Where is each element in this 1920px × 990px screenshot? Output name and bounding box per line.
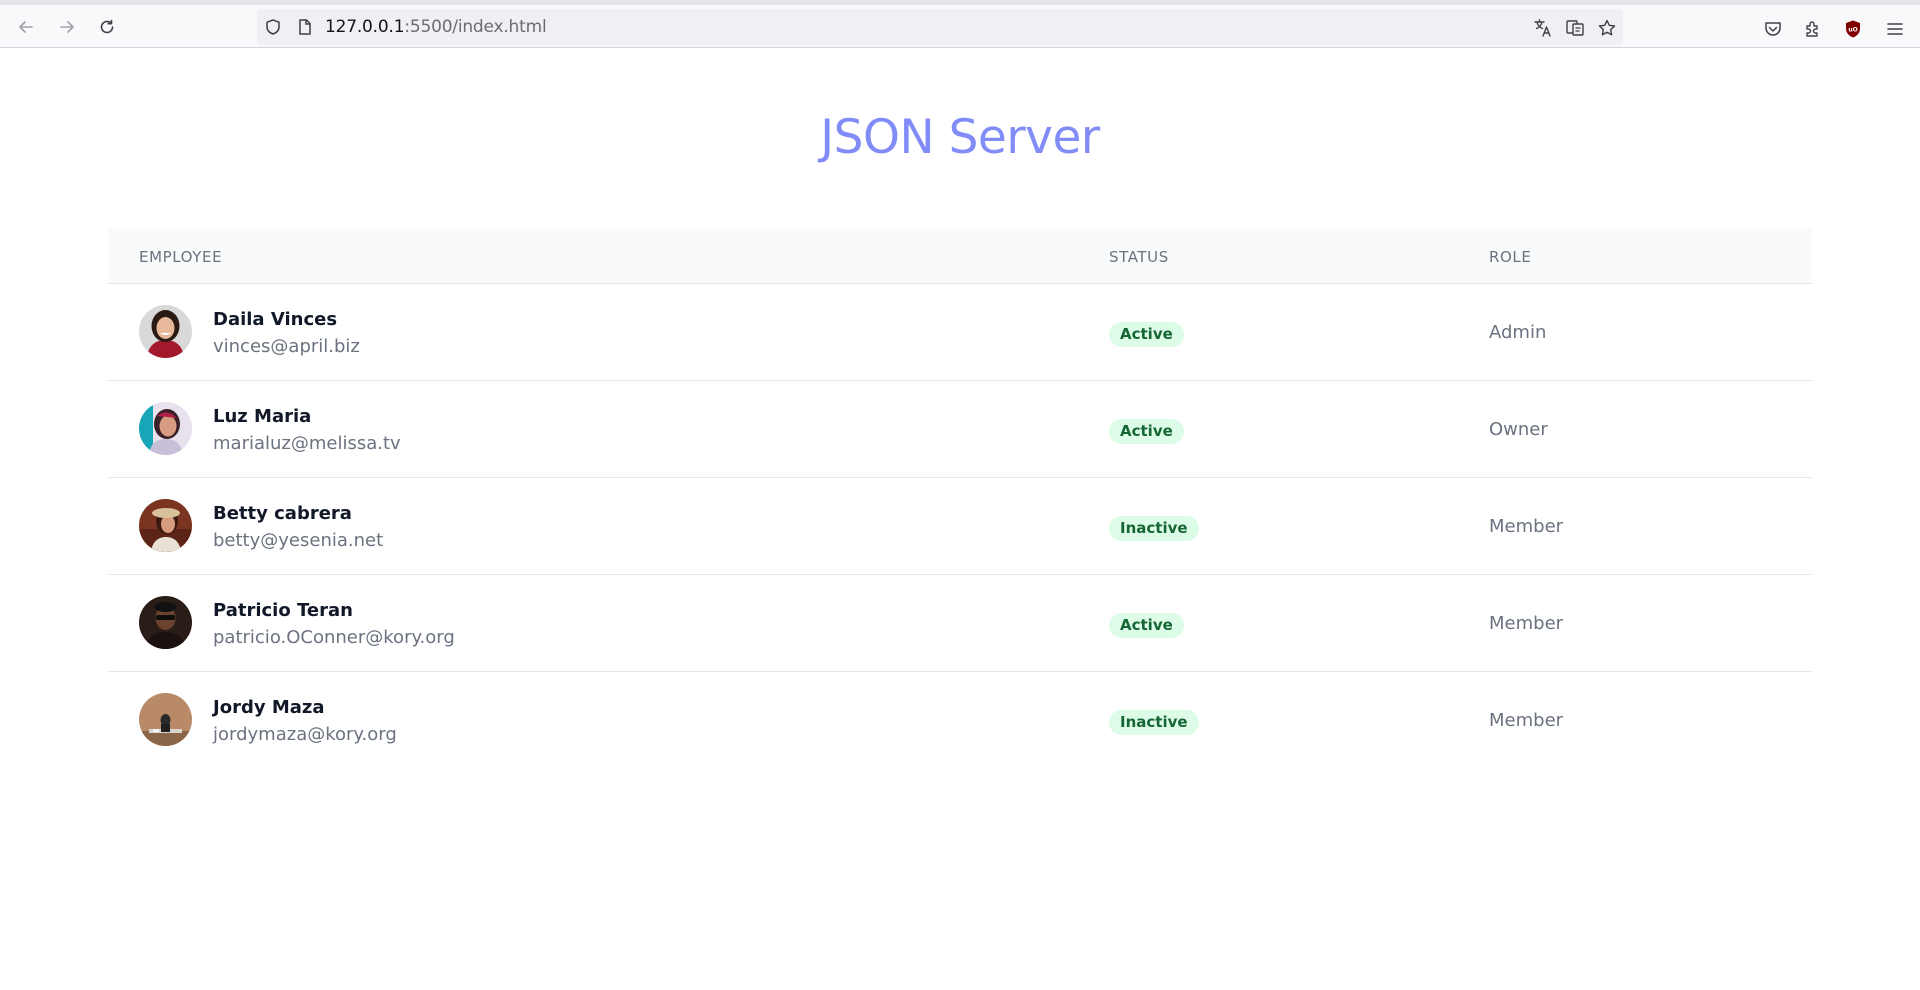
avatar (139, 693, 192, 746)
header-status: STATUS (1109, 248, 1169, 266)
bookmark-star-icon[interactable] (1597, 18, 1617, 38)
url-host: 127.0.0.1 (325, 17, 405, 37)
table-row: Patricio Teran patricio.OConner@kory.org… (108, 575, 1812, 672)
back-arrow-icon (19, 21, 33, 33)
employee-name: Luz Maria (213, 406, 312, 427)
status-badge: Inactive (1109, 516, 1199, 541)
extensions-icon[interactable] (1802, 18, 1824, 40)
employee-email: jordymaza@kory.org (213, 724, 397, 745)
employee-name: Daila Vinces (213, 309, 338, 330)
employee-name: Patricio Teran (213, 600, 353, 621)
employee-email: marialuz@melissa.tv (213, 433, 401, 454)
reload-button[interactable] (93, 13, 121, 41)
translate-icon[interactable] (1533, 18, 1553, 38)
status-badge: Active (1109, 419, 1184, 444)
employee-name: Betty cabrera (213, 503, 352, 524)
address-bar[interactable]: 127.0.0.1:5500/index.html (257, 9, 1623, 45)
table-row: Luz Maria marialuz@melissa.tv Active Own… (108, 381, 1812, 478)
employee-email: patricio.OConner@kory.org (213, 627, 455, 648)
avatar (139, 596, 192, 649)
employee-role: Owner (1489, 419, 1548, 440)
employee-role: Member (1489, 710, 1564, 731)
ublock-icon[interactable]: uO (1842, 18, 1864, 40)
reader-icon[interactable] (1565, 18, 1585, 38)
status-badge: Active (1109, 613, 1184, 638)
forward-button[interactable] (53, 13, 81, 41)
avatar (139, 305, 192, 358)
browser-toolbar: 127.0.0.1:5500/index.html uO (0, 5, 1920, 48)
status-badge: Inactive (1109, 710, 1199, 735)
employee-email: betty@yesenia.net (213, 530, 384, 551)
url-text[interactable]: 127.0.0.1:5500/index.html (325, 17, 547, 37)
page-title: JSON Server (820, 110, 1100, 165)
back-button[interactable] (12, 13, 40, 41)
table-row: Betty cabrera betty@yesenia.net Inactive… (108, 478, 1812, 575)
header-employee: EMPLOYEE (139, 248, 223, 266)
reload-icon (100, 19, 114, 34)
table-row: Daila Vinces vinces@april.biz Active Adm… (108, 284, 1812, 381)
employee-email: vinces@april.biz (213, 336, 360, 357)
employee-role: Member (1489, 613, 1564, 634)
avatar (139, 499, 192, 552)
page-icon[interactable] (296, 18, 314, 36)
pocket-icon[interactable] (1762, 18, 1784, 40)
employee-role: Member (1489, 516, 1564, 537)
status-badge: Active (1109, 322, 1184, 347)
forward-arrow-icon (60, 21, 74, 33)
menu-icon[interactable] (1884, 18, 1906, 40)
table-row: Jordy Maza jordymaza@kory.org Inactive M… (108, 672, 1812, 769)
employee-name: Jordy Maza (213, 697, 325, 718)
employee-table: EMPLOYEE STATUS ROLE Daila Vinces vinces… (108, 229, 1812, 769)
avatar (139, 402, 192, 455)
url-path: :5500/index.html (404, 17, 547, 37)
table-header: EMPLOYEE STATUS ROLE (108, 229, 1812, 284)
employee-role: Admin (1489, 322, 1547, 343)
header-role: ROLE (1489, 248, 1532, 266)
svg-text:uO: uO (1848, 27, 1857, 34)
shield-icon[interactable] (264, 18, 282, 36)
